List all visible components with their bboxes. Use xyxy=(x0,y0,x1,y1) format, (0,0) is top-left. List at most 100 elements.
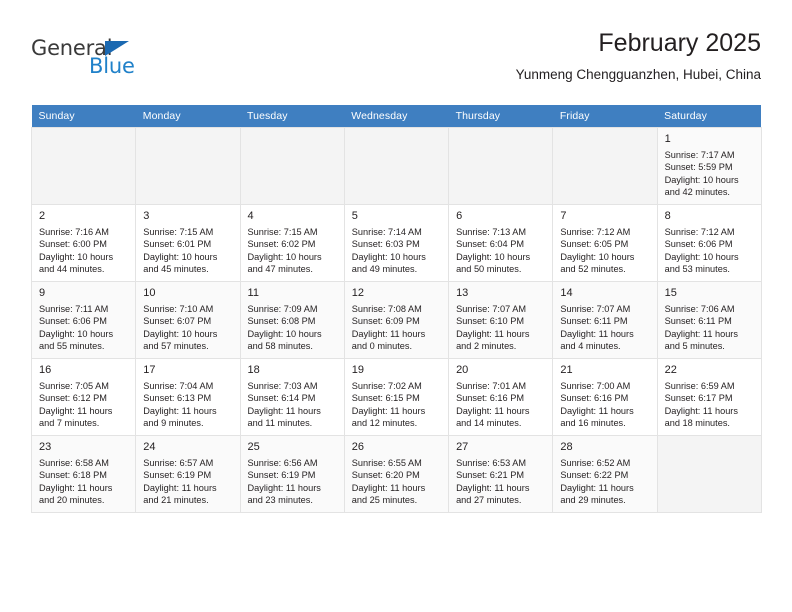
calendar-day-cell[interactable]: 26 Sunrise: 6:55 AM Sunset: 6:20 PM Dayligh… xyxy=(343,435,450,513)
calendar-week-row: 23 Sunrise: 6:58 AM Sunset: 6:18 PM Dayligh… xyxy=(30,435,762,513)
calendar-day-cell[interactable]: 11 Sunrise: 7:09 AM Sunset: 6:08 PM Dayligh… xyxy=(239,281,345,359)
day-daylight-line1-text: Daylight: 11 hours xyxy=(560,405,634,416)
day-sunrise-text: Sunrise: 7:05 AM xyxy=(39,381,109,391)
day-sunset-text: Sunset: 6:08 PM xyxy=(247,316,316,327)
day-cell-content: 20 Sunrise: 7:01 AM Sunset: 6:16 PM Dayligh… xyxy=(449,359,552,432)
calendar-day-cell[interactable]: 18 Sunrise: 7:03 AM Sunset: 6:14 PM Dayligh… xyxy=(239,358,345,436)
calendar-day-cell[interactable]: 9 Sunrise: 7:11 AM Sunset: 6:06 PM Daylight… xyxy=(30,281,137,359)
calendar-day-cell[interactable]: 16 Sunrise: 7:05 AM Sunset: 6:12 PM Dayligh… xyxy=(30,358,137,436)
calendar-day-cell[interactable]: 24 Sunrise: 6:57 AM Sunset: 6:19 PM Dayligh… xyxy=(135,435,241,513)
day-number: 14 xyxy=(560,287,573,299)
calendar-cell-empty xyxy=(239,127,345,205)
day-cell-content: 19 Sunrise: 7:02 AM Sunset: 6:15 PM Dayligh… xyxy=(345,359,448,432)
day-number: 2 xyxy=(39,210,46,222)
calendar-day-cell[interactable]: 27 Sunrise: 6:53 AM Sunset: 6:21 PM Dayligh… xyxy=(448,435,554,513)
calendar-day-cell[interactable]: 7 Sunrise: 7:12 AM Sunset: 6:05 PM Daylight… xyxy=(552,204,658,282)
weekday-header-monday: Monday xyxy=(135,105,241,128)
calendar-cell-empty xyxy=(656,435,762,513)
day-sunrise-text: Sunrise: 7:10 AM xyxy=(143,304,214,314)
day-number: 23 xyxy=(39,441,52,453)
day-daylight-line2-text: and 29 minutes. xyxy=(560,495,626,506)
calendar-day-cell[interactable]: 28 Sunrise: 6:52 AM Sunset: 6:22 PM Dayligh… xyxy=(552,435,658,513)
day-sunrise-text: Sunrise: 6:55 AM xyxy=(351,458,422,468)
day-sunset-text: Sunset: 6:19 PM xyxy=(247,470,316,481)
day-number: 19 xyxy=(351,364,365,376)
day-number: 27 xyxy=(456,441,469,453)
day-number: 15 xyxy=(664,287,677,299)
day-sunrise-text: Sunrise: 7:01 AM xyxy=(456,381,527,391)
calendar-day-cell[interactable]: 3 Sunrise: 7:15 AM Sunset: 6:01 PM Daylight… xyxy=(135,204,241,282)
calendar-day-cell[interactable]: 10 Sunrise: 7:10 AM Sunset: 6:07 PM Dayligh… xyxy=(135,281,241,359)
calendar-day-cell[interactable]: 15 Sunrise: 7:06 AM Sunset: 6:11 PM Dayligh… xyxy=(656,281,762,359)
calendar-day-cell[interactable]: 12 Sunrise: 7:08 AM Sunset: 6:09 PM Dayligh… xyxy=(343,281,450,359)
day-daylight-line2-text: and 44 minutes. xyxy=(39,264,105,275)
day-number: 26 xyxy=(351,441,365,453)
calendar-day-cell[interactable]: 2 Sunrise: 7:16 AM Sunset: 6:00 PM Daylight… xyxy=(30,204,137,282)
day-sunset-text: Sunset: 6:04 PM xyxy=(456,239,524,250)
day-daylight-line2-text: and 9 minutes. xyxy=(143,418,204,429)
day-sunset-text: Sunset: 6:06 PM xyxy=(39,316,107,327)
calendar-day-cell[interactable]: 13 Sunrise: 7:07 AM Sunset: 6:10 PM Dayligh… xyxy=(448,281,554,359)
day-daylight-line2-text: and 50 minutes. xyxy=(456,264,522,275)
day-number: 25 xyxy=(247,441,260,453)
day-daylight-line2-text: and 18 minutes. xyxy=(664,418,730,429)
day-daylight-line1-text: Daylight: 10 hours xyxy=(664,174,739,185)
weekday-header-row: Sunday Monday Tuesday Wednesday Thursday… xyxy=(31,105,762,128)
day-daylight-line2-text: and 7 minutes. xyxy=(39,418,100,429)
day-sunrise-text: Sunrise: 6:59 AM xyxy=(664,381,735,391)
day-number: 5 xyxy=(351,210,358,222)
day-daylight-line1-text: Daylight: 11 hours xyxy=(39,482,113,493)
day-cell-content: 9 Sunrise: 7:11 AM Sunset: 6:06 PM Daylight… xyxy=(32,282,135,355)
day-cell-content: 24 Sunrise: 6:57 AM Sunset: 6:19 PM Dayligh… xyxy=(136,436,239,509)
calendar-day-cell[interactable]: 4 Sunrise: 7:15 AM Sunset: 6:02 PM Daylight… xyxy=(239,204,345,282)
calendar-day-cell[interactable]: 14 Sunrise: 7:07 AM Sunset: 6:11 PM Dayligh… xyxy=(552,281,658,359)
logo-text-blue: Blue xyxy=(89,54,135,78)
day-daylight-line1-text: Daylight: 10 hours xyxy=(143,328,218,339)
day-number: 10 xyxy=(143,287,156,299)
day-daylight-line2-text: and 55 minutes. xyxy=(39,341,105,352)
calendar-day-cell[interactable]: 22 Sunrise: 6:59 AM Sunset: 6:17 PM Dayligh… xyxy=(656,358,762,436)
calendar-day-cell[interactable]: 5 Sunrise: 7:14 AM Sunset: 6:03 PM Daylight… xyxy=(343,204,450,282)
day-daylight-line1-text: Daylight: 10 hours xyxy=(247,328,322,339)
day-daylight-line2-text: and 58 minutes. xyxy=(247,341,313,352)
calendar-day-cell[interactable]: 1 Sunrise: 7:17 AM Sunset: 5:59 PM Daylight… xyxy=(656,127,762,205)
day-sunrise-text: Sunrise: 6:57 AM xyxy=(143,458,214,468)
day-daylight-line1-text: Daylight: 11 hours xyxy=(560,328,634,339)
day-cell-content: 26 Sunrise: 6:55 AM Sunset: 6:20 PM Dayligh… xyxy=(345,436,448,509)
calendar-day-cell[interactable]: 23 Sunrise: 6:58 AM Sunset: 6:18 PM Dayligh… xyxy=(30,435,137,513)
day-sunset-text: Sunset: 6:03 PM xyxy=(351,239,420,250)
day-number: 3 xyxy=(143,210,150,222)
day-daylight-line1-text: Daylight: 11 hours xyxy=(247,405,321,416)
calendar-day-cell[interactable]: 6 Sunrise: 7:13 AM Sunset: 6:04 PM Daylight… xyxy=(448,204,554,282)
page-subtitle: Yunmeng Chengguanzhen, Hubei, China xyxy=(515,67,761,82)
day-sunrise-text: Sunrise: 7:07 AM xyxy=(560,304,631,314)
day-daylight-line1-text: Daylight: 10 hours xyxy=(39,251,114,262)
day-sunrise-text: Sunrise: 7:04 AM xyxy=(143,381,214,391)
day-number: 13 xyxy=(456,287,469,299)
day-number: 22 xyxy=(664,364,677,376)
day-cell-content: 2 Sunrise: 7:16 AM Sunset: 6:00 PM Daylight… xyxy=(32,205,135,278)
weekday-header-friday: Friday xyxy=(552,105,658,128)
general-blue-logo[interactable]: General Blue xyxy=(31,36,231,92)
day-daylight-line1-text: Daylight: 10 hours xyxy=(39,328,114,339)
calendar-day-cell[interactable]: 17 Sunrise: 7:04 AM Sunset: 6:13 PM Dayligh… xyxy=(135,358,241,436)
day-sunrise-text: Sunrise: 7:11 AM xyxy=(39,304,109,314)
calendar-day-cell[interactable]: 19 Sunrise: 7:02 AM Sunset: 6:15 PM Dayligh… xyxy=(343,358,450,436)
day-daylight-line1-text: Daylight: 11 hours xyxy=(560,482,634,493)
day-sunrise-text: Sunrise: 7:15 AM xyxy=(247,227,318,237)
day-sunset-text: Sunset: 6:14 PM xyxy=(247,393,316,404)
day-sunrise-text: Sunrise: 6:56 AM xyxy=(247,458,318,468)
calendar-day-cell[interactable]: 20 Sunrise: 7:01 AM Sunset: 6:16 PM Dayligh… xyxy=(448,358,554,436)
day-sunrise-text: Sunrise: 7:06 AM xyxy=(664,304,735,314)
day-number: 9 xyxy=(39,287,46,299)
day-cell-content: 8 Sunrise: 7:12 AM Sunset: 6:06 PM Daylight… xyxy=(658,205,761,278)
calendar-day-cell[interactable]: 8 Sunrise: 7:12 AM Sunset: 6:06 PM Daylight… xyxy=(656,204,762,282)
day-daylight-line2-text: and 23 minutes. xyxy=(247,495,313,506)
day-number: 12 xyxy=(351,287,365,299)
day-sunrise-text: Sunrise: 7:02 AM xyxy=(351,381,422,391)
calendar-cell-empty xyxy=(552,127,658,205)
day-daylight-line1-text: Daylight: 11 hours xyxy=(456,405,530,416)
calendar-day-cell[interactable]: 25 Sunrise: 6:56 AM Sunset: 6:19 PM Dayligh… xyxy=(239,435,345,513)
day-number: 11 xyxy=(247,287,259,299)
calendar-day-cell[interactable]: 21 Sunrise: 7:00 AM Sunset: 6:16 PM Dayligh… xyxy=(552,358,658,436)
